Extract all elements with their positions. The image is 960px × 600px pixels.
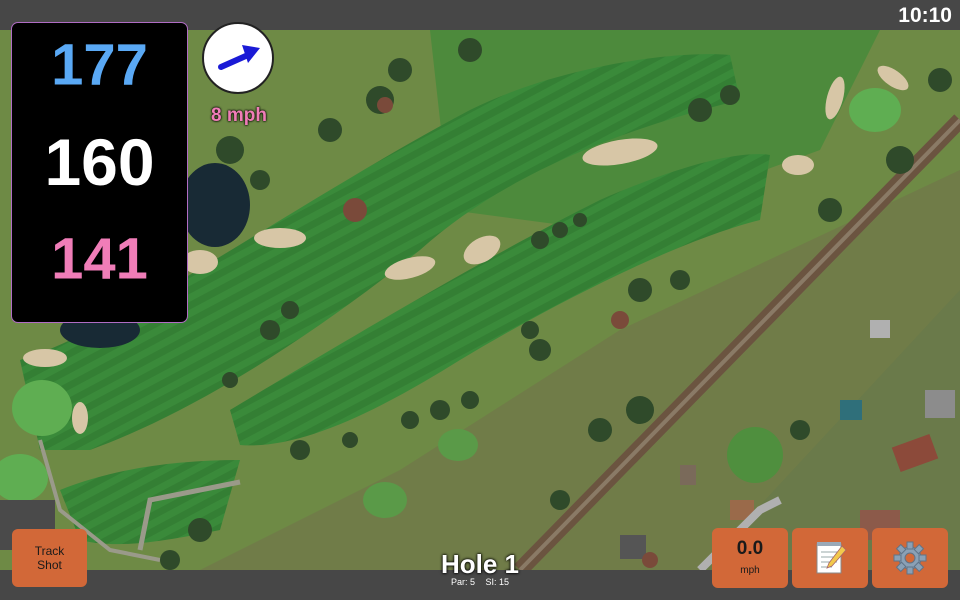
- hole-par: Par: 5: [450, 577, 475, 587]
- track-shot-label-line1: Track: [34, 544, 65, 558]
- speed-value: 0.0: [736, 538, 764, 559]
- settings-button[interactable]: [872, 528, 948, 588]
- distance-panel: 177 160 141: [11, 22, 188, 323]
- speed-unit: mph: [740, 565, 760, 576]
- notes-button[interactable]: [792, 528, 868, 588]
- hole-title: Hole 1: [440, 549, 520, 579]
- clock-time: 10:10: [898, 4, 952, 27]
- wind-direction-arrow-icon: [202, 22, 274, 94]
- gear-icon: [893, 541, 927, 575]
- back-distance: 177: [51, 32, 148, 98]
- notepad-icon: [816, 542, 847, 574]
- hole-info: Par: 5 SI: 15: [380, 577, 580, 587]
- speed-button[interactable]: 0.0 mph: [712, 528, 788, 588]
- front-distance: 141: [51, 226, 148, 292]
- wind-speed-label: 8 mph: [211, 105, 267, 126]
- track-shot-button[interactable]: Track Shot: [12, 529, 87, 587]
- track-shot-label-line2: Shot: [37, 558, 62, 572]
- hole-stroke-index: SI: 15: [485, 577, 510, 587]
